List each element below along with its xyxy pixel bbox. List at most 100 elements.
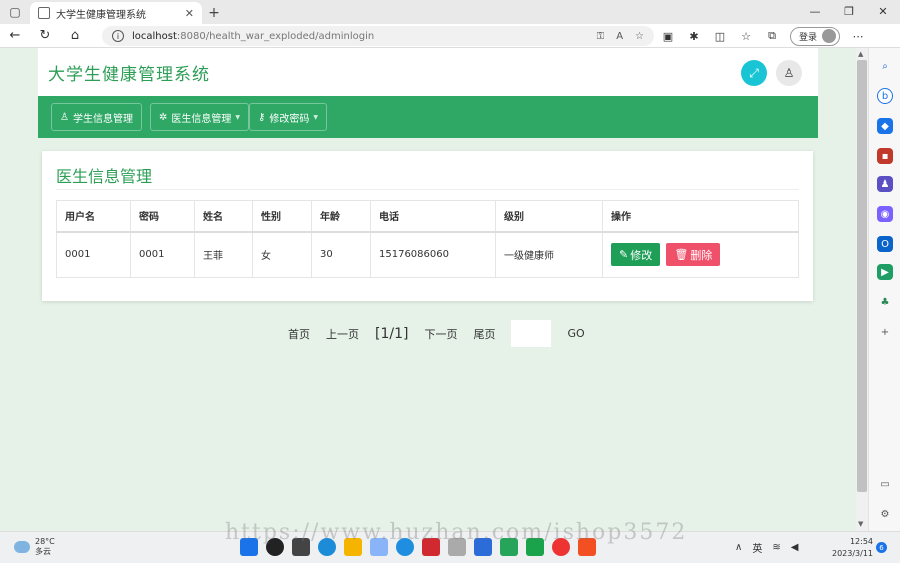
last-page-link[interactable]: 尾页 [473,326,495,342]
clock-date: 2023/3/11 [832,549,874,558]
main-nav: ♙ 学生信息管理 ✲ 医生信息管理 ▼ ⚷ 修改密码 ▼ [38,96,818,138]
toolbar-right: ▣ ✱ ◫ ☆ ⧉ 登录 ⋯ [660,26,866,46]
restore-icon[interactable]: ❐ [832,0,866,22]
col-age: 年龄 [311,200,371,233]
url-path: :8080/health_war_exploded/adminlogin [176,30,375,42]
split-screen-icon[interactable]: ◫ [712,30,728,43]
key-icon[interactable]: ⚿ [597,31,605,42]
minimize-icon[interactable]: — [798,0,832,22]
nav-doctor-management[interactable]: ✲ 医生信息管理 ▼ [150,103,250,131]
clock[interactable]: 12:54 2023/3/11 [832,536,873,560]
key-icon: ⚷ [258,111,266,123]
tools-icon[interactable]: ▪ [877,148,893,164]
divider [56,189,799,190]
site-header: 大学生健康管理系统 ⤢ ♙ [38,48,818,96]
tab-title: 大学生健康管理系统 [56,9,146,21]
cloud-icon [14,541,30,553]
browser-tab[interactable]: 大学生健康管理系统 ✕ [30,2,202,24]
read-aloud-icon[interactable]: A [616,31,623,42]
chevron-down-icon: ▼ [313,113,318,121]
temperature: 28°C [35,537,55,546]
page-viewport: 大学生健康管理系统 ⤢ ♙ ♙ 学生信息管理 ✲ 医生信息管理 ▼ ⚷ 修改密码… [0,48,856,531]
cell-age: 30 [311,231,371,278]
extensions-icon[interactable]: ✱ [686,30,702,43]
site-title: 大学生健康管理系统 [48,65,210,85]
nav-student-management[interactable]: ♙ 学生信息管理 [51,103,142,131]
profile-login-button[interactable]: 登录 [790,26,841,46]
nav-label: 修改密码 [269,113,310,125]
col-phone: 电话 [370,200,496,233]
col-gender: 性别 [252,200,312,233]
home-icon[interactable]: ⌂ [60,28,90,43]
tab-close-icon[interactable]: ✕ [185,7,194,20]
browser-tab-strip: ▢ 大学生健康管理系统 ✕ + — ❐ ✕ [0,0,900,24]
col-password: 密码 [130,200,195,233]
cell-username: 0001 [56,231,131,278]
address-toolbar: ← ↻ ⌂ i localhost:8080/health_war_explod… [0,24,900,48]
cell-password: 0001 [130,231,195,278]
tree-icon[interactable]: ♣ [877,294,893,310]
tab-actions-icon[interactable]: ▢ [0,0,30,24]
col-actions: 操作 [602,200,799,233]
nav-label: 学生信息管理 [72,113,133,125]
outlook-icon[interactable]: O [877,236,893,252]
chevron-down-icon: ▼ [235,113,241,121]
delete-button[interactable]: 🗑 删除 [666,243,721,267]
bing-icon[interactable]: b [877,88,893,104]
media-icon[interactable]: ▣ [660,30,676,43]
settings-gear-icon[interactable]: ⚙ [877,506,893,522]
back-icon[interactable]: ← [0,28,30,43]
page-favicon-icon [38,7,50,19]
chevron-up-icon[interactable]: ∧ [735,542,742,553]
ime-indicator[interactable]: 英 [752,540,762,555]
wifi-icon[interactable]: ≋ [772,542,780,553]
window-controls: — ❐ ✕ [798,0,900,22]
prev-page-link[interactable]: 上一页 [326,326,359,342]
current-page: [1/1] [375,325,409,342]
refresh-icon[interactable]: ↻ [30,28,60,43]
doctor-table: 用户名 密码 姓名 性别 年龄 电话 级别 操作 0001 0001 王菲 女 … [56,200,799,278]
cell-name: 王菲 [194,231,253,278]
page-number-input[interactable] [511,320,552,347]
avatar [822,29,837,43]
weather-widget[interactable]: 28°C 多云 [14,537,55,557]
page-scrollbar[interactable]: ▲ ▼ [856,48,868,531]
new-tab-icon[interactable]: + [202,2,226,24]
nav-label: 医生信息管理 [171,113,232,125]
notification-badge[interactable]: 6 [876,542,887,553]
user-icon[interactable]: ♙ [776,60,802,86]
scroll-up-icon[interactable]: ▲ [858,50,863,58]
scrollbar-thumb[interactable] [857,60,867,492]
scroll-down-icon[interactable]: ▼ [858,520,863,528]
go-button[interactable]: GO [567,327,584,340]
url-text[interactable]: localhost:8080/health_war_exploded/admin… [132,31,589,42]
speaker-icon[interactable]: ◀ [791,542,799,553]
nav-change-password[interactable]: ⚷ 修改密码 ▼ [249,103,327,131]
games-icon[interactable]: ♟ [877,176,893,192]
edit-label: 修改 [630,248,653,262]
edit-icon: ✎ [619,248,629,262]
search-icon[interactable]: ⌕ [877,58,893,74]
system-tray: ∧ 英 ≋ ◀ [735,540,798,555]
edit-button[interactable]: ✎ 修改 [611,243,661,267]
watermark: https://www.huzhan.com/ishop3572 [225,520,688,545]
delete-label: 删除 [690,248,713,262]
copilot-icon[interactable]: ◉ [877,206,893,222]
col-username: 用户名 [56,200,131,233]
window-close-icon[interactable]: ✕ [866,0,900,22]
more-menu-icon[interactable]: ⋯ [850,30,866,43]
site-info-icon[interactable]: i [112,30,124,42]
next-page-link[interactable]: 下一页 [424,326,457,342]
fullscreen-icon[interactable]: ⤢ [741,60,767,86]
collections-icon[interactable]: ⧉ [764,29,780,43]
cell-gender: 女 [252,231,312,278]
add-icon[interactable]: + [877,324,893,340]
table-row: 0001 0001 王菲 女 30 15176086060 一级健康师 ✎ 修改… [56,231,799,278]
favorites-icon[interactable]: ☆ [738,30,754,43]
shopping-icon[interactable]: ◆ [877,118,893,134]
favorite-add-icon[interactable]: ☆ [635,31,644,42]
sidebar-panel-icon[interactable]: ▭ [877,476,893,492]
url-field[interactable]: i localhost:8080/health_war_exploded/adm… [102,26,654,46]
first-page-link[interactable]: 首页 [288,326,310,342]
send-icon[interactable]: ▶ [877,264,893,280]
